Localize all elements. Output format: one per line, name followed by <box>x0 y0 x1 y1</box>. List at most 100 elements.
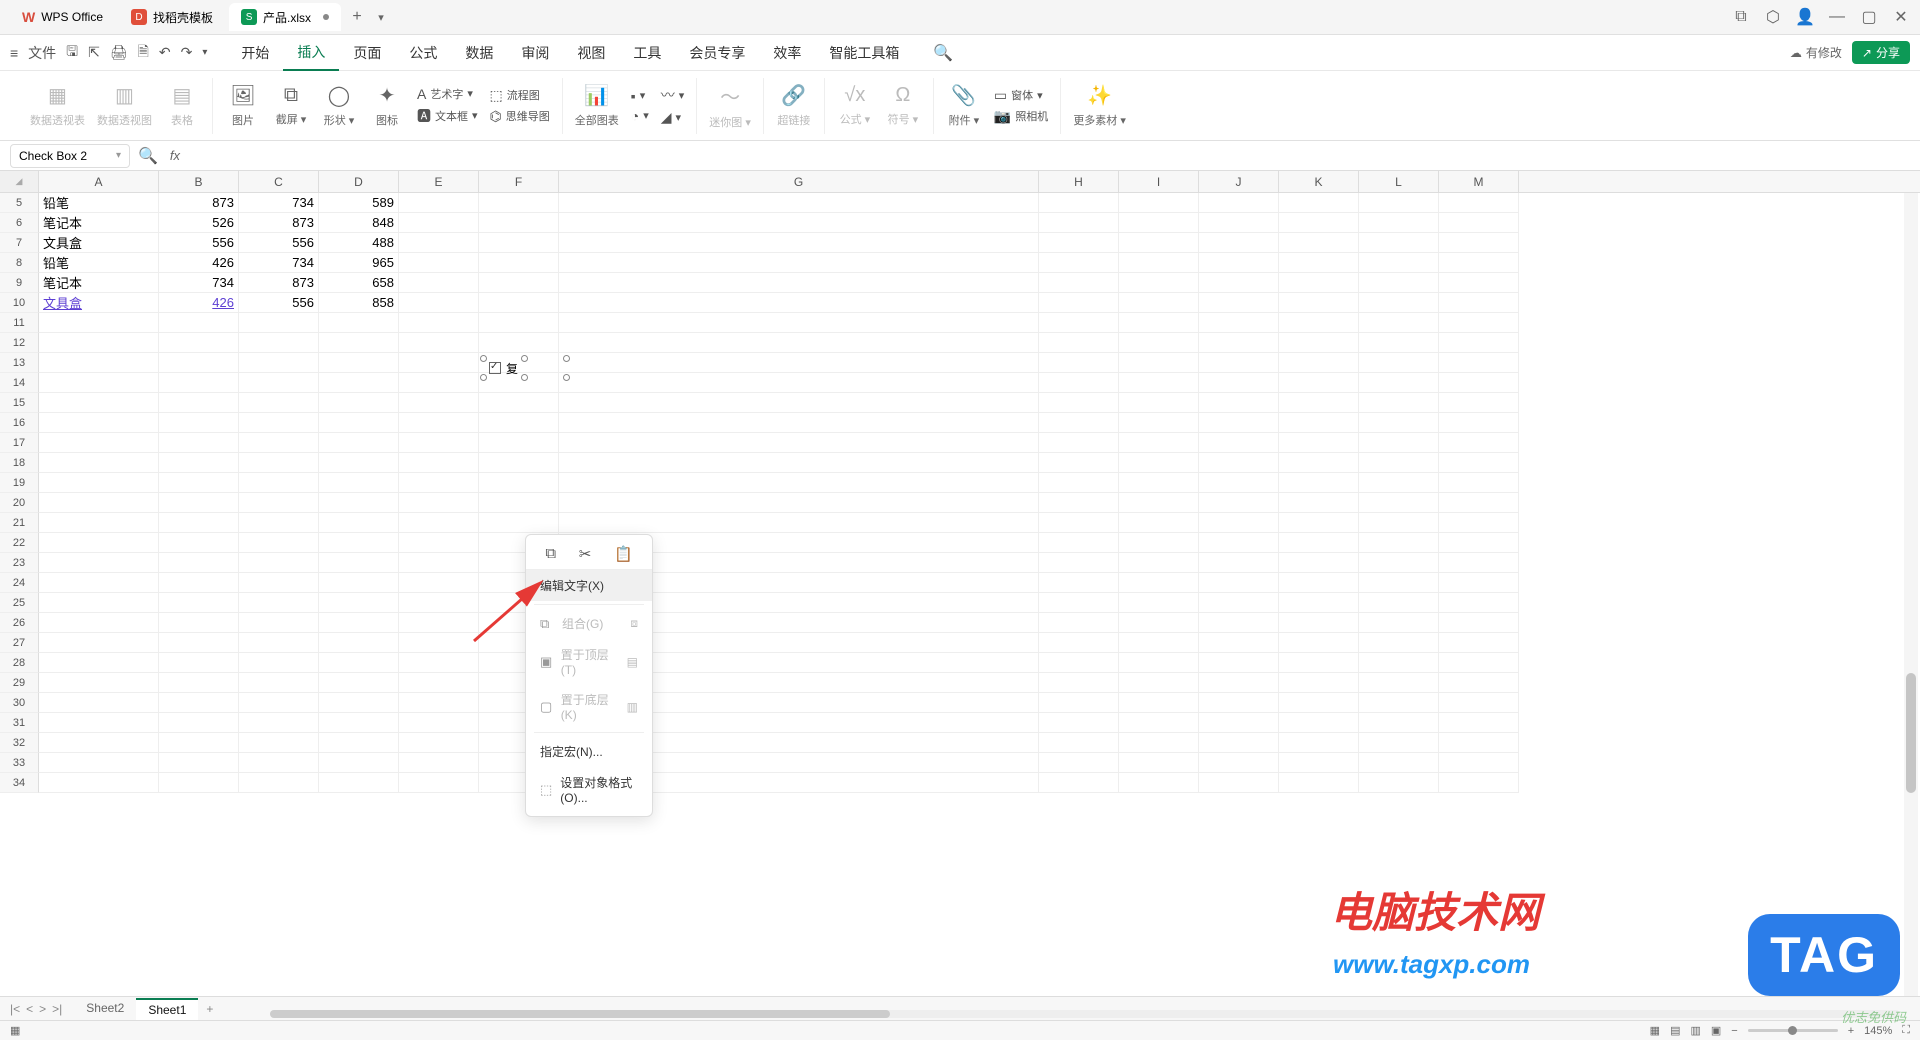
row-header-21[interactable]: 21 <box>0 513 39 533</box>
cell-E32[interactable] <box>399 733 479 753</box>
cell-A21[interactable] <box>39 513 159 533</box>
cell-B28[interactable] <box>159 653 239 673</box>
cell-J33[interactable] <box>1199 753 1279 773</box>
cell-M32[interactable] <box>1439 733 1519 753</box>
cell-C6[interactable]: 873 <box>239 213 319 233</box>
cell-F19[interactable] <box>479 473 559 493</box>
cell-K17[interactable] <box>1279 433 1359 453</box>
cell-M31[interactable] <box>1439 713 1519 733</box>
cell-L30[interactable] <box>1359 693 1439 713</box>
select-all-corner[interactable]: ◢ <box>0 171 39 192</box>
cell-J29[interactable] <box>1199 673 1279 693</box>
cell-I14[interactable] <box>1119 373 1199 393</box>
cell-D23[interactable] <box>319 553 399 573</box>
window-close-button[interactable]: ✕ <box>1892 8 1910 26</box>
cell-M28[interactable] <box>1439 653 1519 673</box>
cell-I25[interactable] <box>1119 593 1199 613</box>
cell-E12[interactable] <box>399 333 479 353</box>
cell-K33[interactable] <box>1279 753 1359 773</box>
cell-L31[interactable] <box>1359 713 1439 733</box>
cell-D9[interactable]: 658 <box>319 273 399 293</box>
cell-M22[interactable] <box>1439 533 1519 553</box>
cell-C17[interactable] <box>239 433 319 453</box>
cell-D17[interactable] <box>319 433 399 453</box>
cell-A14[interactable] <box>39 373 159 393</box>
add-sheet-button[interactable]: + <box>206 1002 213 1016</box>
resize-handle-n[interactable] <box>521 355 528 362</box>
window-maximize-button[interactable]: ▢ <box>1860 8 1878 26</box>
zoom-in-button[interactable]: + <box>1848 1025 1854 1037</box>
cell-H34[interactable] <box>1039 773 1119 793</box>
cell-B20[interactable] <box>159 493 239 513</box>
zoom-fx-icon[interactable]: 🔍 <box>138 146 158 166</box>
cell-G15[interactable] <box>559 393 1039 413</box>
cell-B7[interactable]: 556 <box>159 233 239 253</box>
row-header-16[interactable]: 16 <box>0 413 39 433</box>
cell-H21[interactable] <box>1039 513 1119 533</box>
cell-I31[interactable] <box>1119 713 1199 733</box>
cell-B6[interactable]: 526 <box>159 213 239 233</box>
cell-K12[interactable] <box>1279 333 1359 353</box>
picture-button[interactable]: 🖼图片 <box>225 83 261 128</box>
ctx-edit-text[interactable]: 编辑文字(X) <box>526 570 652 601</box>
cell-E31[interactable] <box>399 713 479 733</box>
print-icon[interactable]: 🖨 <box>110 44 128 61</box>
cell-H29[interactable] <box>1039 673 1119 693</box>
row-header-5[interactable]: 5 <box>0 193 39 213</box>
horizontal-scrollbar[interactable] <box>270 1008 1900 1020</box>
chart-line-button[interactable]: 〰▾ <box>661 85 685 105</box>
row-header-14[interactable]: 14 <box>0 373 39 393</box>
cell-L7[interactable] <box>1359 233 1439 253</box>
cell-B25[interactable] <box>159 593 239 613</box>
chart-area-button[interactable]: ◢▾ <box>661 109 685 126</box>
cell-M19[interactable] <box>1439 473 1519 493</box>
cell-J23[interactable] <box>1199 553 1279 573</box>
cell-L6[interactable] <box>1359 213 1439 233</box>
cell-I29[interactable] <box>1119 673 1199 693</box>
tab-app[interactable]: W WPS Office <box>10 3 115 31</box>
cell-B5[interactable]: 873 <box>159 193 239 213</box>
row-header-22[interactable]: 22 <box>0 533 39 553</box>
cell-J15[interactable] <box>1199 393 1279 413</box>
cell-M33[interactable] <box>1439 753 1519 773</box>
sheet-tab-Sheet2[interactable]: Sheet2 <box>74 998 136 1020</box>
cell-J7[interactable] <box>1199 233 1279 253</box>
cell-M26[interactable] <box>1439 613 1519 633</box>
cell-J5[interactable] <box>1199 193 1279 213</box>
cell-E25[interactable] <box>399 593 479 613</box>
cell-B10[interactable]: 426 <box>159 293 239 313</box>
row-header-26[interactable]: 26 <box>0 613 39 633</box>
symbol-button[interactable]: Ω符号 ▾ <box>885 84 921 127</box>
cell-C14[interactable] <box>239 373 319 393</box>
cell-A20[interactable] <box>39 493 159 513</box>
flowchart-button[interactable]: ⬚流程图 <box>490 87 550 104</box>
cell-E19[interactable] <box>399 473 479 493</box>
cell-A18[interactable] <box>39 453 159 473</box>
ctx-group[interactable]: ⧉组合(G) ⧈ <box>526 608 652 639</box>
cell-F15[interactable] <box>479 393 559 413</box>
cell-J31[interactable] <box>1199 713 1279 733</box>
cell-D25[interactable] <box>319 593 399 613</box>
cell-E5[interactable] <box>399 193 479 213</box>
cell-H25[interactable] <box>1039 593 1119 613</box>
cell-H22[interactable] <box>1039 533 1119 553</box>
cell-M29[interactable] <box>1439 673 1519 693</box>
cell-E16[interactable] <box>399 413 479 433</box>
cell-K14[interactable] <box>1279 373 1359 393</box>
status-indicator-icon[interactable]: ▦ <box>10 1024 20 1037</box>
cell-J12[interactable] <box>1199 333 1279 353</box>
cell-E24[interactable] <box>399 573 479 593</box>
name-box-dropdown-icon[interactable]: ▾ <box>116 150 121 161</box>
cell-B34[interactable] <box>159 773 239 793</box>
object-button[interactable]: ▭窗体 ▾ <box>994 87 1048 104</box>
cell-L34[interactable] <box>1359 773 1439 793</box>
col-header-D[interactable]: D <box>319 171 399 192</box>
cell-I20[interactable] <box>1119 493 1199 513</box>
cell-A12[interactable] <box>39 333 159 353</box>
cell-G5[interactable] <box>559 193 1039 213</box>
cell-I34[interactable] <box>1119 773 1199 793</box>
ctx-paste-icon[interactable]: 📋 <box>614 545 633 563</box>
cell-I15[interactable] <box>1119 393 1199 413</box>
cell-J19[interactable] <box>1199 473 1279 493</box>
icons-button[interactable]: ✦图标 <box>369 83 405 128</box>
